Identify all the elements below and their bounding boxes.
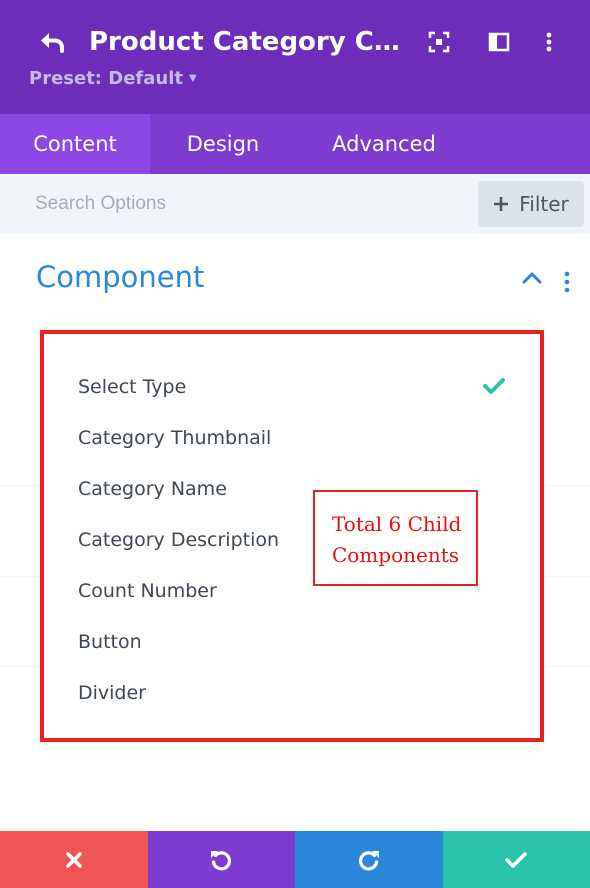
undo-icon: [211, 850, 232, 870]
undo-button[interactable]: [147, 831, 295, 888]
dropdown-option-category-description[interactable]: Category Description: [78, 529, 279, 551]
annotation-callout: Total 6 Child Components: [313, 490, 478, 586]
filter-label: Filter: [519, 192, 569, 216]
modal-title: Product Category Component: [89, 27, 409, 57]
dropdown-option-category-name[interactable]: Category Name: [78, 478, 227, 500]
check-icon: [483, 378, 505, 394]
close-icon: [65, 851, 82, 868]
annotation-line-2: Components: [332, 543, 460, 567]
collapse-button[interactable]: [521, 270, 543, 290]
header-more-button[interactable]: [537, 30, 561, 54]
tab-bar: Content Design Advanced: [0, 114, 590, 174]
dropdown-option-button[interactable]: Button: [78, 631, 142, 653]
save-button[interactable]: [442, 831, 590, 888]
more-vertical-icon: [546, 32, 552, 52]
tab-design[interactable]: Design: [150, 114, 296, 174]
columns-icon: [488, 32, 510, 52]
redo-icon: [358, 850, 379, 870]
dropdown-option-select-type[interactable]: Select Type: [78, 376, 186, 398]
tab-advanced[interactable]: Advanced: [296, 114, 472, 174]
annotation-line-1: Total 6 Child: [332, 512, 462, 536]
discard-button[interactable]: [0, 831, 148, 888]
sidebar-toggle-button[interactable]: [487, 30, 511, 54]
back-arrow-icon: [41, 33, 64, 53]
plus-icon: [494, 197, 509, 211]
fullscreen-button[interactable]: [427, 30, 451, 54]
caret-down-icon: ▼: [188, 73, 197, 84]
preset-selector[interactable]: Preset: Default ▼: [29, 68, 197, 89]
dropdown-option-divider[interactable]: Divider: [78, 682, 146, 704]
section-more-button[interactable]: [558, 270, 576, 298]
redo-button[interactable]: [295, 831, 443, 888]
chevron-up-icon: [522, 272, 542, 284]
dropdown-option-count-number[interactable]: Count Number: [78, 580, 217, 602]
tab-content[interactable]: Content: [0, 114, 150, 174]
footer-actions: [0, 831, 590, 888]
preset-label: Preset: Default: [29, 68, 183, 89]
section-title: Component: [36, 260, 205, 294]
check-icon: [505, 851, 528, 868]
back-button[interactable]: [36, 28, 68, 56]
fullscreen-icon: [428, 31, 450, 53]
dropdown-option-category-thumbnail[interactable]: Category Thumbnail: [78, 427, 271, 449]
search-input[interactable]: [0, 174, 470, 234]
more-vertical-icon: [564, 271, 570, 293]
filter-button[interactable]: Filter: [478, 181, 584, 227]
modal-header: Product Category Component Preset: Defau…: [0, 0, 590, 114]
